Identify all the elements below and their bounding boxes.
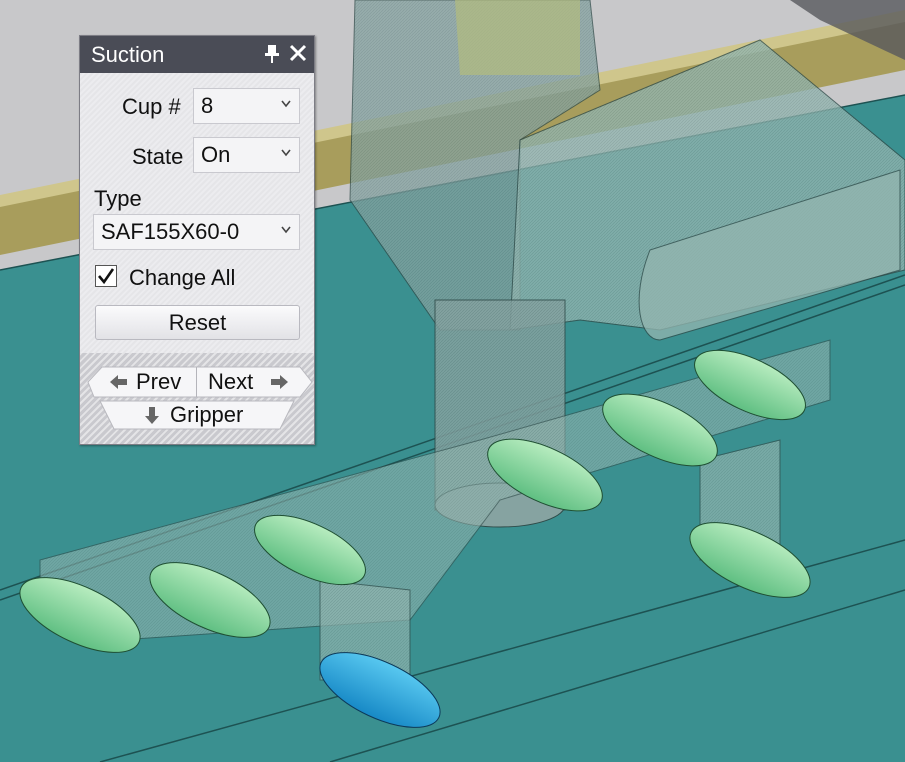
chevron-down-icon [281, 226, 291, 234]
type-label: Type [94, 186, 142, 211]
gripper-button[interactable]: Gripper [120, 401, 280, 429]
type-value: SAF155X60-0 [101, 219, 240, 244]
change-all-checkbox[interactable] [95, 265, 117, 287]
reset-button[interactable]: Reset [95, 305, 300, 340]
chevron-down-icon [281, 100, 291, 108]
cup-value: 8 [201, 93, 214, 118]
nav-shapes [87, 366, 313, 430]
panel-body: Cup # 8 State On Type SAF155X60-0 Change… [80, 73, 314, 353]
prev-button[interactable]: Prev [98, 368, 192, 396]
nav-area: Prev Next Gripper [80, 353, 314, 444]
nav-separator [196, 367, 197, 397]
prev-label: Prev [136, 369, 182, 394]
close-icon[interactable] [288, 43, 308, 63]
arrow-down-icon [145, 407, 159, 424]
pin-icon[interactable] [263, 44, 281, 64]
state-select[interactable]: On [193, 137, 300, 173]
next-label: Next [208, 369, 254, 394]
gripper-label: Gripper [170, 402, 244, 427]
state-label: State [132, 144, 184, 169]
column-top-block [455, 0, 580, 75]
state-value: On [201, 142, 231, 167]
suction-panel: Suction Cup # 8 State On Type SAF155X60-… [79, 35, 315, 445]
chevron-down-icon [281, 149, 291, 157]
cup-label: Cup # [122, 94, 181, 119]
next-button[interactable]: Next [200, 368, 300, 396]
type-select[interactable]: SAF155X60-0 [93, 214, 300, 250]
panel-titlebar[interactable]: Suction [80, 36, 314, 73]
change-all-label: Change All [129, 265, 236, 290]
checkmark-icon [98, 268, 115, 285]
panel-title: Suction [91, 42, 165, 67]
cup-select[interactable]: 8 [193, 88, 300, 124]
arrow-left-icon [110, 375, 127, 389]
arrow-right-icon [271, 375, 288, 389]
